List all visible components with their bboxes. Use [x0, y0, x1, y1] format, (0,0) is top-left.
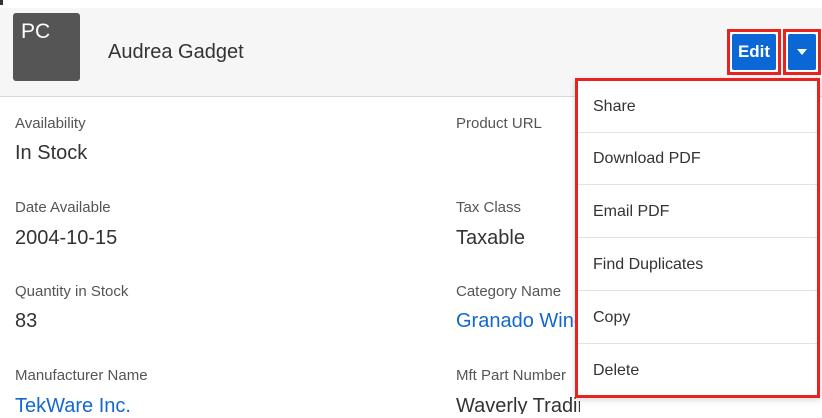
field-label-mft-part-number: Mft Part Number — [456, 367, 567, 384]
actions-dropdown-toggle[interactable] — [788, 34, 816, 70]
field-label-quantity-in-stock: Quantity in Stock — [15, 283, 129, 300]
menu-item-copy[interactable]: Copy — [578, 292, 817, 344]
edit-button[interactable]: Edit — [732, 34, 776, 70]
right-field-column: Product URL Tax Class Taxable Category N… — [456, 96, 580, 414]
field-value-manufacturer-name[interactable]: TekWare Inc. — [15, 394, 131, 418]
menu-item-share[interactable]: Share — [578, 81, 817, 133]
menu-item-find-duplicates[interactable]: Find Duplicates — [578, 239, 817, 291]
field-value-date-available: 2004-10-15 — [15, 227, 118, 249]
actions-toggle-highlight — [783, 29, 821, 75]
field-value-availability: In Stock — [15, 142, 88, 164]
record-title: Audrea Gadget — [108, 41, 244, 63]
field-label-availability: Availability — [15, 115, 86, 132]
field-label-product-url: Product URL — [456, 115, 542, 132]
corner-mark — [0, 0, 3, 5]
field-label-date-available: Date Available — [15, 199, 111, 216]
field-value-quantity-in-stock: 83 — [15, 310, 38, 332]
avatar-initials: PC — [21, 20, 51, 43]
edit-button-highlight: Edit — [727, 29, 781, 75]
field-value-tax-class: Taxable — [456, 227, 525, 249]
field-label-manufacturer-name: Manufacturer Name — [15, 367, 148, 384]
field-label-category-name: Category Name — [456, 283, 562, 300]
menu-item-delete[interactable]: Delete — [578, 345, 817, 397]
edit-button-label: Edit — [737, 42, 771, 61]
caret-down-icon — [797, 49, 807, 55]
menu-item-download-pdf[interactable]: Download PDF — [578, 133, 817, 185]
actions-dropdown-menu: Share Download PDF Email PDF Find Duplic… — [575, 78, 820, 398]
field-value-category-name[interactable]: Granado Wines — [456, 309, 580, 333]
field-label-tax-class: Tax Class — [456, 199, 522, 216]
field-value-mft-part-number: Waverly Trading House 434843XYZ — [456, 395, 580, 414]
menu-item-email-pdf[interactable]: Email PDF — [578, 186, 817, 238]
record-avatar: PC — [13, 13, 80, 81]
